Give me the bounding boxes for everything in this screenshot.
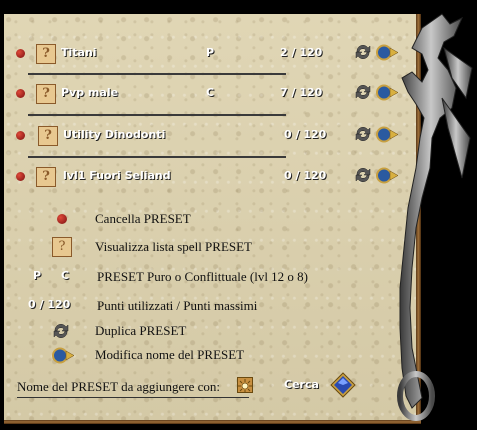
rename-icon[interactable] [376, 84, 398, 101]
duplicate-icon[interactable] [354, 83, 372, 101]
legend-p: P [33, 269, 42, 282]
view-spells-icon[interactable]: ? [36, 167, 56, 187]
row-divider [28, 156, 286, 158]
search-label: Cerca [284, 378, 319, 391]
preset-points: 2 ∕ 120 [280, 46, 323, 59]
preset-row[interactable]: ? Titani P 2 ∕ 120 [14, 43, 404, 67]
name-input-underline[interactable] [17, 397, 249, 398]
preset-name[interactable]: Utility Dinodonti [63, 128, 165, 141]
dragon-ornament-icon [397, 13, 473, 421]
view-spells-icon[interactable]: ? [38, 126, 58, 146]
rename-icon[interactable] [376, 126, 398, 143]
search-gem-button[interactable] [330, 372, 356, 398]
legend-view: Visualizza lista spell PRESET [95, 239, 253, 254]
delete-gem-icon [57, 214, 67, 224]
preset-row[interactable]: ? Pvp male C 7 ∕ 120 [14, 83, 404, 107]
duplicate-icon[interactable] [354, 43, 372, 61]
legend-duplicate: Duplica PRESET [95, 323, 187, 338]
preset-type: C [206, 86, 215, 99]
rename-icon[interactable] [376, 167, 398, 184]
row-divider [28, 73, 286, 75]
legend-points-example: 0 ∕ 120 [28, 298, 71, 311]
preset-points: 7 ∕ 120 [280, 86, 323, 99]
delete-gem-icon[interactable] [16, 49, 25, 58]
wood-border-bottom [4, 420, 421, 424]
row-divider [28, 114, 286, 116]
legend-rename: Modifica nome del PRESET [95, 347, 245, 362]
duplicate-icon [53, 323, 69, 339]
duplicate-icon[interactable] [354, 125, 372, 143]
view-spells-icon: ? [52, 237, 72, 257]
rename-icon [52, 347, 74, 364]
preset-points: 0 ∕ 120 [284, 128, 327, 141]
legend-points: Punti utilizzati / Punti massimi [97, 298, 258, 313]
delete-gem-icon[interactable] [16, 89, 25, 98]
add-preset-label: Nome del PRESET da aggiungere con: [17, 379, 221, 394]
preset-row[interactable]: ? lvl1 Fuori Seliand 0 ∕ 120 [14, 166, 404, 190]
sun-icon [238, 379, 252, 393]
delete-gem-icon[interactable] [16, 172, 25, 181]
view-spells-icon[interactable]: ? [36, 84, 56, 104]
preset-name[interactable]: Pvp male [61, 86, 118, 99]
legend-delete: Cancella PRESET [95, 211, 191, 226]
add-preset-button[interactable] [237, 377, 253, 393]
rename-icon[interactable] [376, 44, 398, 61]
legend-c: C [61, 269, 70, 282]
legend-type: PRESET Puro o Conflittuale (lvl 12 o 8) [97, 269, 309, 284]
duplicate-icon[interactable] [354, 166, 372, 184]
preset-name[interactable]: Titani [61, 46, 97, 59]
preset-name[interactable]: lvl1 Fuori Seliand [63, 169, 171, 182]
preset-type: P [206, 46, 215, 59]
delete-gem-icon[interactable] [16, 131, 25, 140]
preset-row[interactable]: ? Utility Dinodonti 0 ∕ 120 [14, 125, 404, 149]
view-spells-icon[interactable]: ? [36, 44, 56, 64]
preset-points: 0 ∕ 120 [284, 169, 327, 182]
